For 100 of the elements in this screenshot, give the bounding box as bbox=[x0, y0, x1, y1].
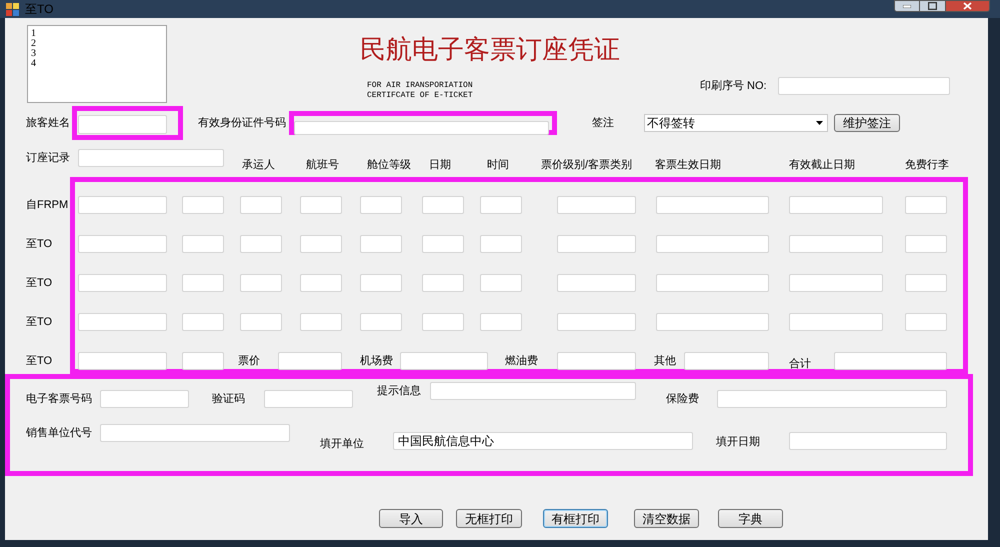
input-field[interactable] bbox=[78, 149, 224, 167]
input-field[interactable] bbox=[557, 352, 636, 370]
input-field[interactable] bbox=[430, 382, 636, 400]
input-field[interactable] bbox=[240, 196, 282, 214]
input-field[interactable] bbox=[789, 313, 883, 331]
field-label: 承运人 bbox=[242, 160, 275, 171]
input-field[interactable] bbox=[360, 313, 402, 331]
action-button[interactable]: 有框打印 bbox=[543, 509, 608, 528]
segment-label: 至TO bbox=[26, 238, 52, 250]
input-field[interactable] bbox=[360, 196, 402, 214]
input-field[interactable] bbox=[480, 313, 522, 331]
input-field[interactable] bbox=[240, 313, 282, 331]
field-label: 航班号 bbox=[306, 160, 339, 171]
field-label: 签注 bbox=[592, 118, 614, 128]
action-button[interactable]: 字典 bbox=[718, 509, 783, 528]
input-field[interactable] bbox=[300, 274, 342, 292]
input-field[interactable] bbox=[294, 121, 549, 135]
input-field[interactable] bbox=[360, 235, 402, 253]
input-field[interactable] bbox=[557, 313, 636, 331]
input-field[interactable] bbox=[240, 235, 282, 253]
caret-icon bbox=[816, 121, 823, 125]
input-field[interactable] bbox=[684, 352, 769, 370]
list-item[interactable]: 4 bbox=[31, 59, 163, 69]
input-field[interactable] bbox=[182, 235, 224, 253]
segment-label: 至TO bbox=[26, 278, 52, 288]
field-label: 提示信息 bbox=[377, 386, 421, 397]
input-field[interactable] bbox=[834, 352, 947, 370]
input-field[interactable] bbox=[789, 196, 883, 214]
field-label: 销售单位代号 bbox=[26, 428, 92, 439]
app-icon bbox=[6, 2, 19, 16]
list-item[interactable]: 3 bbox=[31, 49, 163, 59]
input-field[interactable] bbox=[905, 235, 947, 253]
input-field[interactable] bbox=[400, 352, 488, 370]
input-field[interactable] bbox=[182, 274, 224, 292]
input-field[interactable] bbox=[789, 274, 883, 292]
input-field[interactable] bbox=[422, 196, 464, 214]
input-field[interactable] bbox=[656, 274, 769, 292]
action-button[interactable]: 导入 bbox=[379, 509, 443, 528]
input-field[interactable] bbox=[789, 432, 947, 450]
field-label: 票价级别/客票类别 bbox=[541, 160, 632, 171]
input-field[interactable] bbox=[656, 313, 769, 331]
field-label: 电子客票号码 bbox=[26, 394, 92, 404]
input-field[interactable] bbox=[480, 235, 522, 253]
field-label: 舱位等级 bbox=[367, 160, 411, 171]
minimize-icon bbox=[903, 4, 911, 8]
list-item[interactable]: 2 bbox=[31, 39, 163, 49]
input-field[interactable] bbox=[300, 313, 342, 331]
field-label: 订座记录 bbox=[26, 153, 70, 164]
input-field[interactable] bbox=[78, 196, 167, 214]
action-button[interactable]: 清空数据 bbox=[634, 509, 699, 528]
input-field[interactable] bbox=[78, 235, 167, 253]
input-field[interactable] bbox=[182, 196, 224, 214]
input-field[interactable] bbox=[422, 274, 464, 292]
input-field[interactable] bbox=[480, 196, 522, 214]
input-field[interactable] bbox=[480, 274, 522, 292]
field-label: 验证码 bbox=[212, 394, 245, 404]
input-field[interactable] bbox=[240, 274, 282, 292]
field-label: 日期 bbox=[429, 160, 451, 171]
endorsement-dropdown[interactable]: 不得签转 bbox=[644, 114, 828, 132]
input-field[interactable] bbox=[778, 77, 950, 95]
list-box[interactable]: 1 2 3 4 bbox=[27, 25, 167, 103]
input-field[interactable] bbox=[78, 274, 167, 292]
field-label: 其他 bbox=[654, 356, 676, 366]
field-label: 时间 bbox=[487, 160, 509, 171]
input-field[interactable] bbox=[422, 235, 464, 253]
input-field[interactable] bbox=[557, 235, 636, 253]
input-field[interactable] bbox=[182, 313, 224, 331]
input-field[interactable] bbox=[78, 313, 167, 331]
input-field[interactable] bbox=[78, 352, 167, 370]
action-button[interactable]: 无框打印 bbox=[456, 509, 522, 528]
close-button[interactable] bbox=[946, 0, 990, 12]
field-label: 有效身份证件号码 bbox=[198, 118, 286, 128]
input-field[interactable] bbox=[78, 114, 167, 134]
input-field[interactable] bbox=[100, 390, 189, 408]
input-field[interactable] bbox=[557, 196, 636, 214]
form-subheading: CERTIFCATE OF E-TICKET bbox=[367, 91, 474, 101]
input-field[interactable] bbox=[905, 196, 947, 214]
endorsement-button[interactable]: 维护签注 bbox=[834, 114, 900, 132]
input-field[interactable] bbox=[300, 235, 342, 253]
input-field[interactable] bbox=[656, 196, 769, 214]
input-field[interactable] bbox=[656, 235, 769, 253]
input-field[interactable] bbox=[789, 235, 883, 253]
minimize-button[interactable] bbox=[894, 0, 920, 12]
input-field[interactable] bbox=[905, 313, 947, 331]
input-field[interactable] bbox=[300, 196, 342, 214]
input-field[interactable] bbox=[360, 274, 402, 292]
input-field[interactable] bbox=[422, 313, 464, 331]
input-field[interactable] bbox=[100, 424, 290, 442]
maximize-button[interactable] bbox=[920, 0, 946, 12]
field-label: 票价 bbox=[238, 356, 260, 366]
input-field[interactable] bbox=[717, 390, 947, 408]
input-field[interactable] bbox=[182, 352, 224, 370]
close-icon bbox=[963, 2, 972, 10]
input-field[interactable] bbox=[278, 352, 342, 370]
input-field[interactable] bbox=[264, 390, 353, 408]
input-field[interactable] bbox=[905, 274, 947, 292]
input-field[interactable] bbox=[557, 274, 636, 292]
input-field[interactable]: 中国民航信息中心 bbox=[393, 432, 693, 450]
list-item[interactable]: 1 bbox=[31, 29, 163, 39]
field-label: 机场费 bbox=[360, 356, 393, 366]
